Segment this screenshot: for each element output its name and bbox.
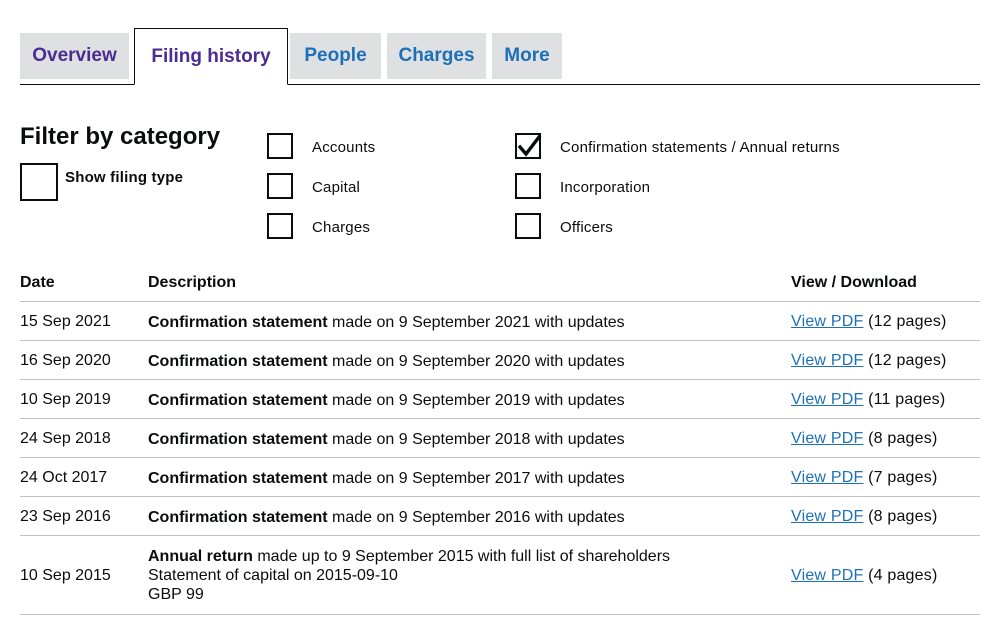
filing-text: made on 9 September 2021 with updates [327,314,625,331]
tab-people[interactable]: People [290,33,381,79]
incorporation-checkbox[interactable] [515,173,541,199]
view-pdf-link[interactable]: View PDF [791,430,863,447]
page-count: (4 pages) [868,567,938,584]
view-download: View PDF (8 pages) [791,508,938,526]
filing-type: Confirmation statement [148,314,328,331]
show-filing-type-checkbox[interactable] [20,163,58,201]
filing-date: 15 Sep 2021 [20,313,111,330]
filter-title: Filter by category [20,123,221,150]
view-download: View PDF (8 pages) [791,430,938,448]
show-filing-type-label[interactable]: Show filing type [65,169,183,186]
filing-description: Confirmation statement made on 9 Septemb… [148,508,625,527]
table-row: 24 Sep 2018 Confirmation statement made … [20,419,980,458]
tab-more[interactable]: More [492,33,562,79]
filing-type: Confirmation statement [148,353,328,370]
confirmation-statements-checkbox[interactable] [515,133,542,159]
filing-type: Confirmation statement [148,431,328,448]
filing-type: Annual return [148,548,253,565]
filing-description: Confirmation statement made on 9 Septemb… [148,313,625,332]
view-download: View PDF (12 pages) [791,313,947,331]
confirmation-statements-label[interactable]: Confirmation statements / Annual returns [560,139,840,156]
view-pdf-link[interactable]: View PDF [791,508,863,525]
table-row: 16 Sep 2020 Confirmation statement made … [20,341,980,380]
page-count: (11 pages) [868,391,946,408]
view-pdf-link[interactable]: View PDF [791,469,863,486]
capital-label[interactable]: Capital [312,179,360,196]
statement-of-capital: Statement of capital on 2015-09-10 [148,567,398,584]
tab-charges[interactable]: Charges [387,33,486,79]
view-download: View PDF (7 pages) [791,469,938,487]
filing-description: Annual return made up to 9 September 201… [148,547,670,604]
table-header: Date Description View / Download [20,268,980,302]
filing-type: Confirmation statement [148,392,328,409]
accounts-checkbox[interactable] [267,133,293,159]
filing-history-table: Date Description View / Download 15 Sep … [20,268,980,615]
filing-date: 10 Sep 2015 [20,567,111,584]
filing-text: made on 9 September 2018 with updates [327,431,625,448]
tab-bar: Overview Filing history People Charges M… [20,28,980,85]
filing-text: made on 9 September 2016 with updates [327,509,625,526]
filing-text: made on 9 September 2020 with updates [327,353,625,370]
table-row: 15 Sep 2021 Confirmation statement made … [20,302,980,341]
page-count: (12 pages) [868,352,947,369]
tab-overview[interactable]: Overview [20,33,129,79]
capital-amount: GBP 99 [148,586,204,603]
table-row: 10 Sep 2019 Confirmation statement made … [20,380,980,419]
view-pdf-link[interactable]: View PDF [791,391,863,408]
table-row: 23 Sep 2016 Confirmation statement made … [20,497,980,536]
view-pdf-link[interactable]: View PDF [791,352,863,369]
capital-checkbox[interactable] [267,173,293,199]
filing-date: 16 Sep 2020 [20,352,111,369]
checkmark-icon [518,135,542,157]
view-download: View PDF (11 pages) [791,391,945,409]
filing-date: 23 Sep 2016 [20,508,111,525]
filing-text: made on 9 September 2019 with updates [327,392,625,409]
filing-date: 10 Sep 2019 [20,391,111,408]
filing-description: Confirmation statement made on 9 Septemb… [148,430,625,449]
charges-label[interactable]: Charges [312,219,370,236]
filing-type: Confirmation statement [148,509,328,526]
filing-date: 24 Oct 2017 [20,469,108,486]
officers-checkbox[interactable] [515,213,541,239]
view-pdf-link[interactable]: View PDF [791,313,863,330]
incorporation-label[interactable]: Incorporation [560,179,650,196]
page-count: (7 pages) [868,469,938,486]
filing-description: Confirmation statement made on 9 Septemb… [148,469,625,488]
header-description: Description [148,274,237,291]
filing-text: made up to 9 September 2015 with full li… [252,548,671,565]
officers-label[interactable]: Officers [560,219,613,236]
page-count: (8 pages) [868,508,938,525]
accounts-label[interactable]: Accounts [312,139,375,156]
page-count: (12 pages) [868,313,947,330]
view-pdf-link[interactable]: View PDF [791,567,863,584]
page-count: (8 pages) [868,430,938,447]
filing-description: Confirmation statement made on 9 Septemb… [148,352,625,371]
charges-checkbox[interactable] [267,213,293,239]
filing-description-line: Annual return made up to 9 September 201… [148,547,670,566]
filing-type: Confirmation statement [148,470,328,487]
table-row: 24 Oct 2017 Confirmation statement made … [20,458,980,497]
tab-filing-history[interactable]: Filing history [134,28,288,85]
view-download: View PDF (4 pages) [791,567,938,585]
filing-description: Confirmation statement made on 9 Septemb… [148,391,625,410]
header-view-download: View / Download [791,274,917,291]
filing-text: made on 9 September 2017 with updates [327,470,625,487]
table-row: 10 Sep 2015 Annual return made up to 9 S… [20,536,980,615]
header-date: Date [20,274,55,291]
view-download: View PDF (12 pages) [791,352,947,370]
filing-date: 24 Sep 2018 [20,430,111,447]
